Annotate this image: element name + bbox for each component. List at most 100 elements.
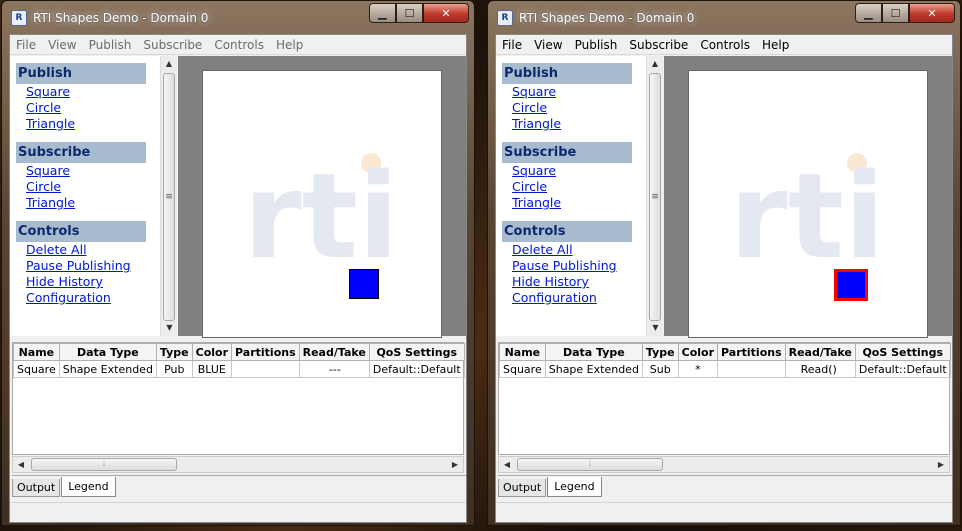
subscribe-section: Subscribe Square Circle Triangle [16, 142, 160, 211]
hide-history-link[interactable]: Hide History [26, 274, 160, 290]
menu-controls[interactable]: Controls [208, 38, 270, 52]
menu-publish[interactable]: Publish [83, 38, 138, 52]
subscribed-square-shape[interactable] [834, 269, 868, 301]
menu-publish[interactable]: Publish [569, 38, 624, 52]
menu-file[interactable]: File [496, 38, 528, 52]
bottom-tabs: Output Legend [12, 475, 466, 497]
menu-subscribe[interactable]: Subscribe [137, 38, 208, 52]
legend-table-panel: Name Data Type Type Color Partitions Rea… [12, 342, 465, 455]
scroll-left-arrow-icon[interactable]: ◀ [13, 457, 29, 472]
col-qos[interactable]: QoS Settings [854, 343, 951, 361]
subscribe-circle-link[interactable]: Circle [26, 179, 160, 195]
publish-square-link[interactable]: Square [512, 84, 646, 100]
menu-subscribe[interactable]: Subscribe [623, 38, 694, 52]
scroll-thumb[interactable]: ≡ [163, 73, 175, 321]
minimize-button[interactable]: ▁ [369, 3, 396, 23]
close-button[interactable]: ✕ [909, 3, 955, 23]
subscribe-triangle-link[interactable]: Triangle [26, 195, 160, 211]
configuration-link[interactable]: Configuration [512, 290, 646, 306]
subscribe-square-link[interactable]: Square [26, 163, 160, 179]
subscribe-square-link[interactable]: Square [512, 163, 646, 179]
vertical-scrollbar[interactable]: ▲ ≡ ▼ [646, 56, 663, 336]
rti-app-icon: R [497, 9, 513, 26]
scroll-up-arrow-icon[interactable]: ▲ [161, 56, 177, 72]
table-row[interactable]: Square Shape Extended Sub * Read() Defau… [499, 360, 951, 378]
published-square-shape[interactable] [349, 269, 379, 299]
publish-circle-link[interactable]: Circle [512, 100, 646, 116]
col-color[interactable]: Color [677, 343, 719, 361]
subscribe-heading: Subscribe [16, 142, 146, 163]
cell-name: Square [499, 360, 546, 378]
publish-triangle-link[interactable]: Triangle [512, 116, 646, 132]
publish-heading: Publish [16, 63, 146, 84]
scroll-down-arrow-icon[interactable]: ▼ [647, 320, 664, 336]
close-button[interactable]: ✕ [423, 3, 469, 23]
client-area: File View Publish Subscribe Controls Hel… [9, 34, 467, 523]
table-row[interactable]: Square Shape Extended Pub BLUE --- Defau… [13, 360, 465, 378]
scroll-left-arrow-icon[interactable]: ◀ [499, 457, 515, 472]
legend-table-panel: Name Data Type Type Color Partitions Rea… [498, 342, 951, 455]
controls-section: Controls Delete All Pause Publishing Hid… [502, 221, 646, 306]
menu-view[interactable]: View [528, 38, 568, 52]
cell-partitions [231, 360, 300, 378]
logo-text: rti [243, 147, 398, 285]
legend-panel: Publish Square Circle Triangle Subscribe… [496, 56, 646, 336]
subscribe-circle-link[interactable]: Circle [512, 179, 646, 195]
col-type[interactable]: Type [155, 343, 193, 361]
scroll-right-arrow-icon[interactable]: ▶ [447, 457, 463, 472]
status-bar [496, 502, 952, 522]
col-type[interactable]: Type [641, 343, 679, 361]
menu-file[interactable]: File [10, 38, 42, 52]
shapes-canvas[interactable]: rti [202, 70, 442, 338]
endpoint-table: Name Data Type Type Color Partitions Rea… [13, 343, 465, 378]
col-name[interactable]: Name [499, 343, 546, 361]
cell-color: * [677, 360, 719, 378]
col-name[interactable]: Name [13, 343, 60, 361]
tab-legend[interactable]: Legend [547, 477, 602, 497]
tab-output[interactable]: Output [12, 479, 61, 497]
tab-legend[interactable]: Legend [61, 477, 116, 497]
pause-publishing-link[interactable]: Pause Publishing [26, 258, 160, 274]
subscribe-triangle-link[interactable]: Triangle [512, 195, 646, 211]
delete-all-link[interactable]: Delete All [26, 242, 160, 258]
col-read-take[interactable]: Read/Take [298, 343, 370, 361]
col-color[interactable]: Color [191, 343, 233, 361]
scroll-thumb[interactable]: ≡ [649, 73, 661, 321]
col-partitions[interactable]: Partitions [717, 343, 786, 361]
scroll-down-arrow-icon[interactable]: ▼ [161, 320, 178, 336]
vertical-scrollbar[interactable]: ▲ ≡ ▼ [160, 56, 177, 336]
menu-controls[interactable]: Controls [694, 38, 756, 52]
titlebar[interactable]: R RTI Shapes Demo - Domain 0 ▁ ☐ ✕ [9, 1, 469, 34]
controls-heading: Controls [502, 221, 632, 242]
publish-section: Publish Square Circle Triangle [16, 63, 160, 132]
scroll-up-arrow-icon[interactable]: ▲ [647, 56, 663, 72]
configuration-link[interactable]: Configuration [26, 290, 160, 306]
cell-name: Square [13, 360, 60, 378]
tab-output[interactable]: Output [498, 479, 547, 497]
col-read-take[interactable]: Read/Take [784, 343, 856, 361]
hide-history-link[interactable]: Hide History [512, 274, 646, 290]
shapes-canvas[interactable]: rti [688, 70, 928, 338]
menu-help[interactable]: Help [756, 38, 795, 52]
cell-type: Sub [641, 360, 679, 378]
delete-all-link[interactable]: Delete All [512, 242, 646, 258]
minimize-button[interactable]: ▁ [855, 3, 882, 23]
pause-publishing-link[interactable]: Pause Publishing [512, 258, 646, 274]
col-partitions[interactable]: Partitions [231, 343, 300, 361]
menu-view[interactable]: View [42, 38, 82, 52]
horizontal-scrollbar[interactable]: ◀ ⦙ ▶ [12, 456, 464, 473]
maximize-button[interactable]: ☐ [396, 3, 423, 23]
maximize-button[interactable]: ☐ [882, 3, 909, 23]
menu-help[interactable]: Help [270, 38, 309, 52]
h-scroll-thumb[interactable]: ⦙ [517, 458, 663, 471]
col-data-type[interactable]: Data Type [544, 343, 643, 361]
horizontal-scrollbar[interactable]: ◀ ⦙ ▶ [498, 456, 950, 473]
titlebar[interactable]: R RTI Shapes Demo - Domain 0 ▁ ☐ ✕ [495, 1, 955, 34]
col-qos[interactable]: QoS Settings [368, 343, 465, 361]
h-scroll-thumb[interactable]: ⦙ [31, 458, 177, 471]
col-data-type[interactable]: Data Type [58, 343, 157, 361]
publish-triangle-link[interactable]: Triangle [26, 116, 160, 132]
publish-circle-link[interactable]: Circle [26, 100, 160, 116]
scroll-right-arrow-icon[interactable]: ▶ [933, 457, 949, 472]
publish-square-link[interactable]: Square [26, 84, 160, 100]
